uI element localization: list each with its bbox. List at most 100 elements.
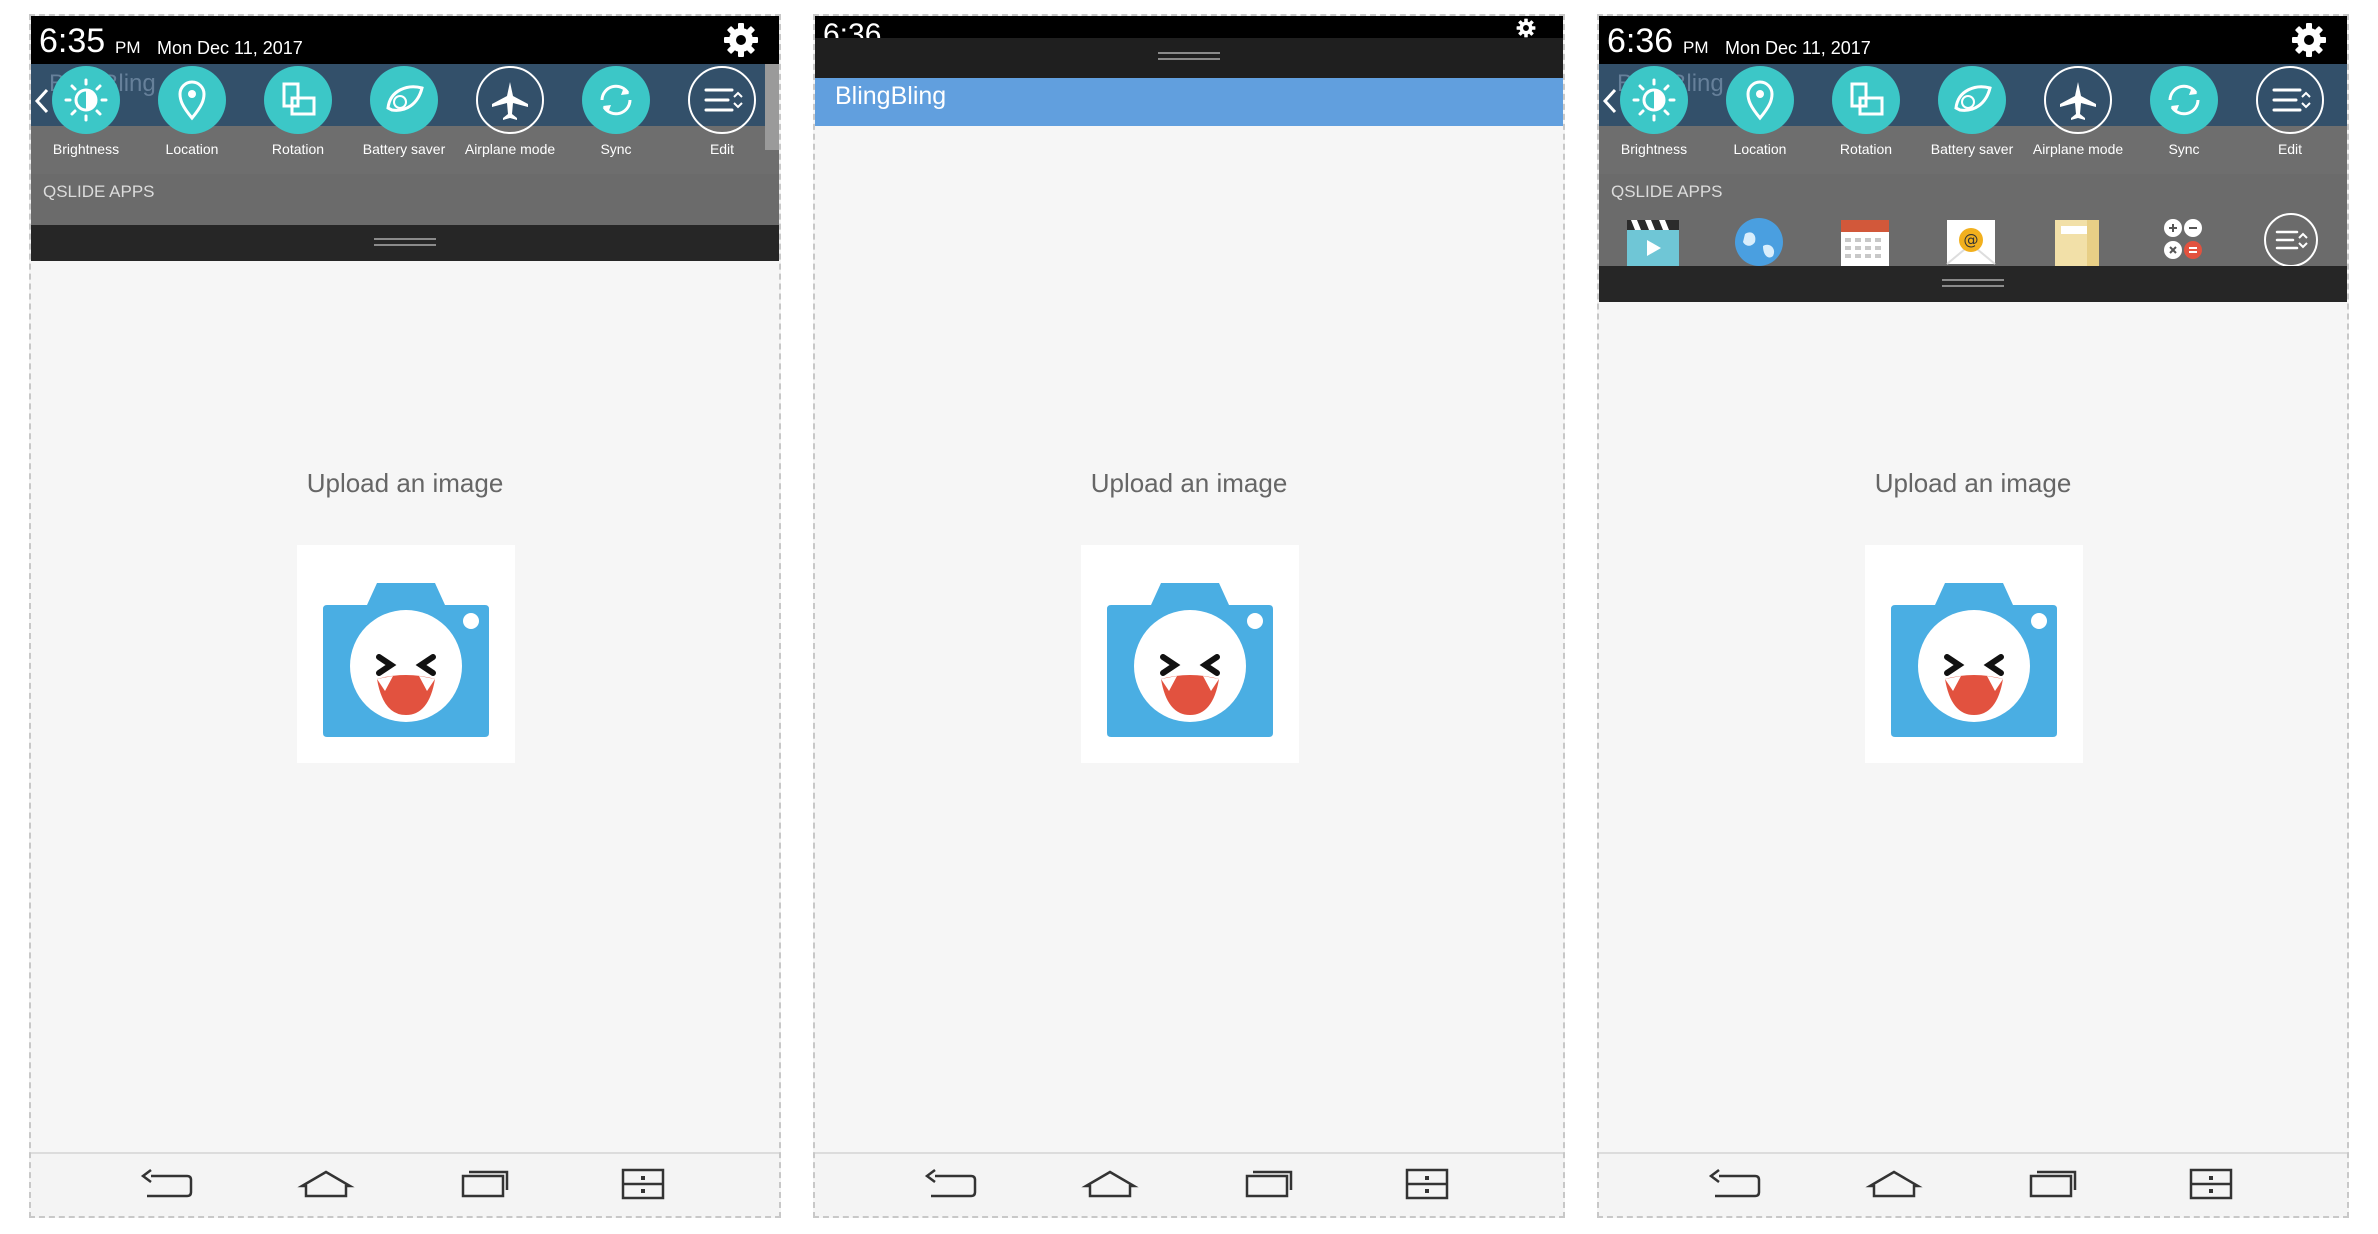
upload-label: Upload an image	[306, 468, 504, 498]
quick-tile-sync[interactable]: Sync	[2131, 66, 2237, 172]
status-date: Mon Dec 11, 2017	[157, 38, 303, 58]
upload-image-button[interactable]	[297, 545, 515, 763]
back-icon[interactable]	[1705, 1162, 1765, 1206]
navigation-bar	[31, 1152, 779, 1216]
upload-label: Upload an image	[1090, 468, 1288, 498]
shade-drag-handle[interactable]	[815, 38, 1563, 78]
quick-tile-label: Location	[1733, 141, 1787, 157]
quick-tile-brightness[interactable]: Brightness	[1601, 66, 1707, 172]
dual-window-icon[interactable]	[2181, 1162, 2241, 1206]
quick-tile-label: Airplane mode	[464, 141, 556, 157]
quick-tile-battery-saver[interactable]: Battery saver	[1919, 66, 2025, 172]
home-icon[interactable]	[1864, 1162, 1924, 1206]
rotation-icon	[282, 82, 316, 116]
quick-tile-label: Sync	[600, 141, 632, 157]
back-icon[interactable]	[137, 1162, 197, 1206]
phone-screen-1: Upload an image 6:35 PM Mon Dec 11, 2017…	[29, 14, 781, 1218]
edit-icon	[2272, 88, 2311, 112]
quick-tile-label: Rotation	[271, 141, 325, 157]
shade-drag-handle[interactable]	[1599, 266, 2347, 302]
status-bar: 6:35 PM Mon Dec 11, 2017	[31, 16, 779, 64]
rotation-icon	[1850, 82, 1884, 116]
camera-mascot-icon	[1891, 583, 2057, 737]
quick-tile-label: Edit	[2277, 141, 2303, 157]
memo-app-icon[interactable]	[2047, 212, 2107, 268]
quick-tile-label: Brightness	[1620, 141, 1688, 157]
status-date: Mon Dec 11, 2017	[1725, 38, 1871, 58]
battery-saver-icon	[386, 85, 424, 112]
email-app-icon[interactable]: @	[1941, 212, 2001, 268]
recent-apps-icon[interactable]	[455, 1162, 515, 1206]
quick-tile-label: Brightness	[52, 141, 120, 157]
settings-gear-icon[interactable]	[723, 22, 759, 58]
dual-window-icon[interactable]	[613, 1162, 673, 1206]
edit-icon	[704, 88, 743, 112]
quick-tile-rotation[interactable]: Rotation	[245, 66, 351, 172]
quick-tile-label: Location	[165, 141, 219, 157]
status-time: 6:35	[39, 22, 106, 60]
status-time: 6:36	[1607, 22, 1674, 60]
settings-gear-icon[interactable]	[2291, 22, 2327, 58]
phone-screen-2: Upload an image 6:36 BlingBling	[813, 14, 1565, 1218]
scroll-indicator	[765, 64, 779, 150]
sync-icon	[2168, 84, 2200, 116]
notification-shade: 6:36 PM Mon Dec 11, 2017 BlingBling	[1599, 16, 2347, 302]
quick-tile-location[interactable]: Location	[1707, 66, 1813, 172]
quick-tile-label: Edit	[709, 141, 735, 157]
quick-tile-edit[interactable]: Edit	[669, 66, 775, 172]
app-bar: BlingBling	[815, 78, 1563, 126]
status-ampm: PM	[1683, 38, 1709, 57]
quick-tile-edit[interactable]: Edit	[2237, 66, 2343, 172]
navigation-bar	[815, 1152, 1563, 1216]
app-content: Upload an image	[815, 16, 1563, 1152]
app-title: BlingBling	[835, 82, 947, 110]
upload-image-button[interactable]	[1081, 545, 1299, 763]
quick-tile-label: Airplane mode	[2032, 141, 2124, 157]
notification-shade: 6:35 PM Mon Dec 11, 2017 BlingBling	[31, 16, 779, 261]
edit-apps-icon[interactable]	[2261, 212, 2321, 268]
brightness-icon	[1632, 78, 1676, 122]
upload-label: Upload an image	[1874, 468, 2072, 498]
recent-apps-icon[interactable]	[1239, 1162, 1299, 1206]
status-ampm: PM	[115, 38, 141, 57]
camera-mascot-icon	[323, 583, 489, 737]
settings-gear-icon[interactable]	[1509, 18, 1543, 38]
location-icon	[178, 80, 206, 121]
quick-tile-label: Battery saver	[1930, 141, 2014, 157]
quick-tile-label: Battery saver	[362, 141, 446, 157]
qslide-apps-title: QSLIDE APPS	[1611, 182, 1723, 201]
calculator-app-icon[interactable]	[2153, 212, 2213, 268]
back-icon[interactable]	[921, 1162, 981, 1206]
shade-drag-handle[interactable]	[31, 225, 779, 261]
quick-tile-label: Rotation	[1839, 141, 1893, 157]
airplane-icon	[2060, 82, 2096, 120]
status-bar-collapsing: 6:36 BlingBling	[815, 16, 1563, 126]
brightness-icon	[64, 78, 108, 122]
navigation-bar	[1599, 1152, 2347, 1216]
quick-tile-sync[interactable]: Sync	[563, 66, 669, 172]
video-app-icon[interactable]	[1623, 212, 1683, 268]
recent-apps-icon[interactable]	[2023, 1162, 2083, 1206]
quick-tile-battery-saver[interactable]: Battery saver	[351, 66, 457, 172]
upload-image-button[interactable]	[1865, 545, 2083, 763]
camera-mascot-icon	[1107, 583, 1273, 737]
quick-tile-airplane-mode[interactable]: Airplane mode	[2025, 66, 2131, 172]
quick-tile-airplane-mode[interactable]: Airplane mode	[457, 66, 563, 172]
quick-tile-rotation[interactable]: Rotation	[1813, 66, 1919, 172]
quick-settings-row: BlingBling Brightness Location	[31, 64, 779, 174]
qslide-apps-title: QSLIDE APPS	[43, 182, 155, 201]
quick-tile-brightness[interactable]: Brightness	[33, 66, 139, 172]
status-bar: 6:36 PM Mon Dec 11, 2017	[1599, 16, 2347, 64]
home-icon[interactable]	[1080, 1162, 1140, 1206]
dual-window-icon[interactable]	[1397, 1162, 1457, 1206]
browser-app-icon[interactable]	[1729, 212, 1789, 268]
quick-tile-location[interactable]: Location	[139, 66, 245, 172]
home-icon[interactable]	[296, 1162, 356, 1206]
quick-tile-label: Sync	[2168, 141, 2200, 157]
quick-settings-row: BlingBling Brightness Location	[1599, 64, 2347, 174]
svg-text:@: @	[1964, 231, 1979, 249]
calendar-app-icon[interactable]	[1835, 212, 1895, 268]
sync-icon	[600, 84, 632, 116]
location-icon	[1746, 80, 1774, 121]
airplane-icon	[492, 82, 528, 120]
